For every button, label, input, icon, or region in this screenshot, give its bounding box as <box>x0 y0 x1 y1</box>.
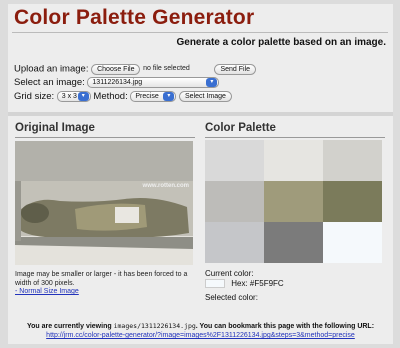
current-color-label: Current color: <box>205 269 254 278</box>
method-label: Method: <box>93 91 128 102</box>
page-title: Color Palette Generator <box>14 6 255 29</box>
photo-illustration <box>15 141 193 265</box>
hex-label: Hex: <box>231 279 248 288</box>
footer-line-1: You are currently viewing images/1311226… <box>8 322 393 331</box>
palette-swatch[interactable] <box>264 181 323 222</box>
color-palette-heading: Color Palette <box>205 122 276 134</box>
image-watermark: www.rotten.com <box>142 183 189 189</box>
current-color-row: Hex: #F5F9FC <box>205 279 284 289</box>
palette-swatch[interactable] <box>323 140 382 181</box>
palette-heading-rule <box>205 137 385 138</box>
file-status: no file selected <box>143 65 190 72</box>
select-image-button[interactable]: Select Image <box>179 90 232 102</box>
footer-text-a: You are currently viewing <box>26 323 112 330</box>
grid-row: Grid size: 3 x 3 ▾ Method: Precise ▾ Sel… <box>14 90 232 104</box>
current-color-swatch <box>205 279 225 289</box>
original-image: www.rotten.com <box>15 141 193 265</box>
footer: You are currently viewing images/1311226… <box>8 322 393 340</box>
upload-label: Upload an image: <box>14 63 89 75</box>
send-file-button[interactable]: Send File <box>214 63 257 75</box>
page: Color Palette Generator Generate a color… <box>8 4 393 344</box>
section-divider <box>8 112 393 116</box>
title-divider <box>12 32 388 33</box>
chevron-down-icon: ▾ <box>163 91 175 101</box>
select-label: Select an image: <box>14 77 85 88</box>
method-select[interactable]: Precise ▾ <box>130 90 177 102</box>
upload-row: Upload an image: Choose File no file sel… <box>14 62 257 76</box>
select-row: Select an image: 1311226134.jpg ▾ <box>14 76 220 90</box>
original-image-heading: Original Image <box>15 122 95 134</box>
normal-size-link[interactable]: - Normal Size Image <box>15 288 79 295</box>
palette-swatch[interactable] <box>323 181 382 222</box>
choose-file-button[interactable]: Choose File <box>91 63 141 75</box>
image-caption: Image may be smaller or larger - it has … <box>15 271 205 297</box>
original-heading-rule <box>15 137 195 138</box>
palette-swatch[interactable] <box>264 222 323 263</box>
selected-color-label: Selected color: <box>205 293 258 302</box>
chevron-down-icon: ▾ <box>77 91 89 101</box>
bookmark-url-link[interactable]: http://jrm.cc/color-palette-generator/?i… <box>46 332 355 339</box>
color-palette-grid <box>205 140 385 268</box>
footer-image-path: images/1311226134.jpg <box>113 322 196 330</box>
palette-swatch[interactable] <box>323 222 382 263</box>
grid-label: Grid size: <box>14 91 55 102</box>
grid-size-select[interactable]: 3 x 3 ▾ <box>56 90 91 102</box>
chevron-down-icon: ▾ <box>206 77 218 87</box>
palette-swatch[interactable] <box>205 222 264 263</box>
grid-size-value: 3 x 3 <box>61 92 77 100</box>
palette-swatch[interactable] <box>205 140 264 181</box>
hex-value: #F5F9FC <box>249 279 284 288</box>
image-select-value: 1311226134.jpg <box>92 78 143 86</box>
method-value: Precise <box>135 92 159 100</box>
palette-swatch[interactable] <box>264 140 323 181</box>
footer-text-b: . You can bookmark this page with the fo… <box>195 323 375 330</box>
palette-swatch[interactable] <box>205 181 264 222</box>
caption-text: Image may be smaller or larger - it has … <box>15 271 188 287</box>
page-subtitle: Generate a color palette based on an ima… <box>176 37 386 48</box>
image-select[interactable]: 1311226134.jpg ▾ <box>87 76 220 88</box>
